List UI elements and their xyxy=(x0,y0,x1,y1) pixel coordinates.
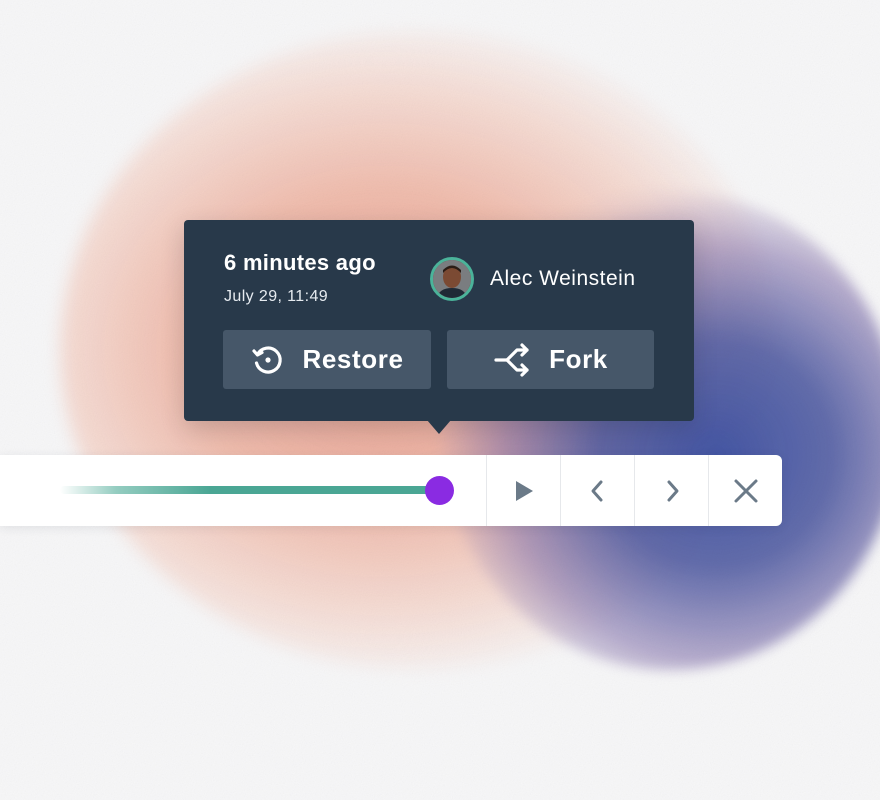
avatar xyxy=(430,257,474,301)
timeline-scrubber-handle[interactable] xyxy=(425,476,454,505)
time-ago-label: 6 minutes ago xyxy=(224,250,376,275)
version-playback-bar xyxy=(0,455,782,526)
play-button[interactable] xyxy=(486,455,560,526)
popover-pointer xyxy=(427,420,451,434)
restore-icon xyxy=(250,342,286,378)
user-name: Alec Weinstein xyxy=(490,267,636,290)
version-date: July 29, 11:49 xyxy=(224,288,329,305)
chevron-right-icon xyxy=(667,480,678,501)
play-icon xyxy=(515,480,533,501)
restore-button[interactable]: Restore xyxy=(223,330,431,389)
close-icon xyxy=(734,479,758,502)
chevron-left-icon xyxy=(591,480,602,501)
restore-label: Restore xyxy=(302,344,404,374)
version-author: Alec Weinstein xyxy=(430,257,636,301)
fork-label: Fork xyxy=(549,344,608,374)
close-button[interactable] xyxy=(708,455,783,526)
timeline-track[interactable] xyxy=(60,486,436,494)
version-popover: 6 minutes ago July 29, 11:49 Alec Weinst… xyxy=(184,220,694,421)
next-button[interactable] xyxy=(634,455,708,526)
fork-button[interactable]: Fork xyxy=(447,330,654,389)
fork-icon xyxy=(493,342,533,378)
previous-button[interactable] xyxy=(560,455,634,526)
